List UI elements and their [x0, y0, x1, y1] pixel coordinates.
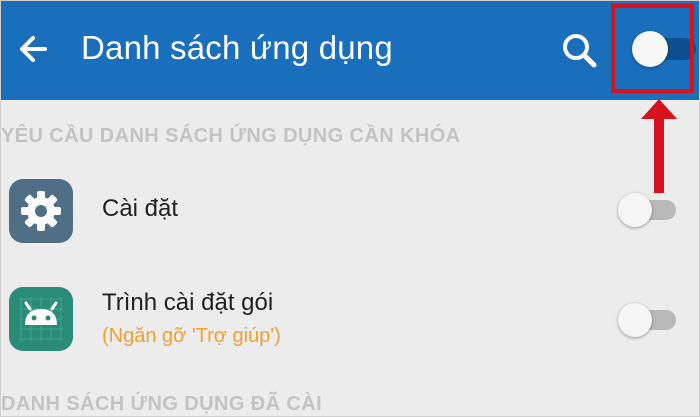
settings-gear-icon: [9, 179, 73, 243]
toggle-thumb: [618, 193, 652, 227]
list-item-package-installer[interactable]: Trình cài đặt gói (Ngăn gỡ 'Trợ giúp'): [1, 281, 699, 361]
section-header-installed-apps: DANH SÁCH ỨNG DỤNG ĐÃ CÀI: [1, 393, 323, 415]
android-robot-icon: [19, 297, 63, 341]
page-title: Danh sách ứng dụng: [81, 29, 393, 66]
list-item-settings[interactable]: Cài đặt: [1, 171, 699, 251]
app-lock-toggle[interactable]: [618, 303, 680, 337]
section-header-locked-apps: YÊU CẦU DANH SÁCH ỨNG DỤNG CẦN KHÓA: [1, 125, 461, 147]
app-title: Trình cài đặt gói: [102, 289, 274, 316]
app-lock-toggle[interactable]: [618, 193, 680, 227]
annotation-highlight-box: [611, 4, 694, 93]
screen: Danh sách ứng dụng YÊU CẦU DANH SÁCH ỨNG…: [0, 0, 700, 417]
gear-icon: [21, 191, 61, 231]
arrow-left-icon[interactable]: [15, 31, 51, 67]
app-title: Cài đặt: [102, 195, 179, 222]
search-icon[interactable]: [560, 31, 598, 69]
android-icon: [9, 287, 73, 351]
app-bar: Danh sách ứng dụng: [1, 1, 699, 100]
app-subtitle: (Ngăn gỡ 'Trợ giúp'): [102, 325, 281, 347]
toggle-thumb: [618, 303, 652, 337]
